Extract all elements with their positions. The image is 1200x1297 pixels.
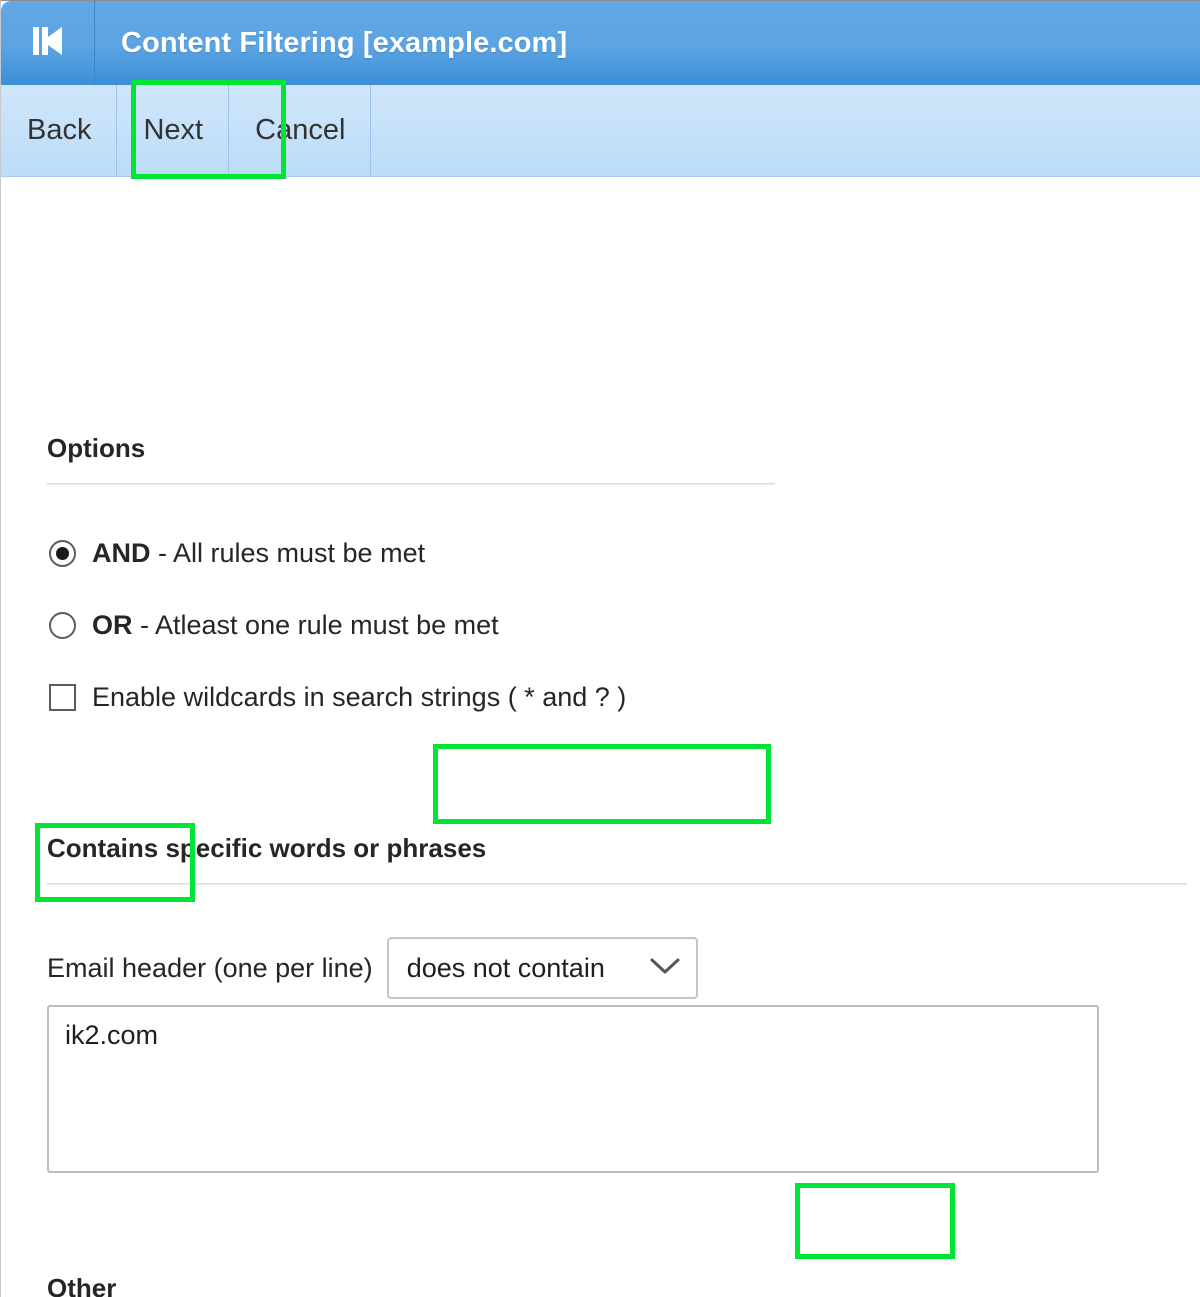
contains-section-header: Contains specific words or phrases bbox=[47, 833, 486, 864]
radio-or-label: OR - Atleast one rule must be met bbox=[92, 610, 499, 641]
email-header-textarea[interactable]: ik2.com bbox=[47, 1005, 1099, 1173]
match-mode-value: does not contain bbox=[407, 953, 648, 984]
chevron-down-icon bbox=[648, 955, 682, 982]
radio-and-label: AND - All rules must be met bbox=[92, 538, 425, 569]
title-bar: Content Filtering [example.com] bbox=[1, 1, 1200, 85]
contains-divider bbox=[47, 883, 1187, 885]
radio-or[interactable]: OR - Atleast one rule must be met bbox=[49, 605, 626, 645]
checkbox-enable-wildcards[interactable]: Enable wildcards in search strings ( * a… bbox=[49, 677, 626, 717]
toolbar: Back Next Cancel bbox=[1, 85, 1200, 177]
radio-or-rest: - Atleast one rule must be met bbox=[133, 610, 499, 640]
other-section-title: Other bbox=[47, 1273, 116, 1297]
options-list: AND - All rules must be met OR - Atleast… bbox=[49, 533, 626, 749]
window-title: Content Filtering [example.com] bbox=[95, 27, 567, 60]
content-filtering-window: Content Filtering [example.com] Back Nex… bbox=[0, 0, 1200, 1297]
radio-or-indicator bbox=[49, 612, 76, 639]
next-button[interactable]: Next bbox=[117, 85, 229, 176]
options-divider bbox=[47, 483, 775, 485]
checkbox-enable-wildcards-label: Enable wildcards in search strings ( * a… bbox=[92, 682, 626, 713]
cancel-button-label: Cancel bbox=[255, 114, 345, 147]
radio-and-indicator bbox=[49, 540, 76, 567]
toolbar-empty-area bbox=[371, 85, 1200, 176]
radio-and[interactable]: AND - All rules must be met bbox=[49, 533, 626, 573]
email-header-label: Email header (one per line) bbox=[47, 953, 373, 984]
match-mode-select[interactable]: does not contain bbox=[387, 937, 698, 999]
other-section-header: Other bbox=[47, 1273, 116, 1297]
checkbox-enable-wildcards-indicator bbox=[49, 684, 76, 711]
options-section-header: Options bbox=[47, 433, 145, 464]
options-section-title: Options bbox=[47, 433, 145, 464]
skip-back-button[interactable] bbox=[1, 1, 95, 85]
radio-and-rest: - All rules must be met bbox=[151, 538, 426, 568]
highlight-match-mode-select bbox=[433, 744, 771, 824]
highlight-sender-authenticated-select bbox=[795, 1183, 955, 1259]
contains-section-title: Contains specific words or phrases bbox=[47, 833, 486, 864]
radio-and-strong: AND bbox=[92, 538, 151, 568]
back-button-label: Back bbox=[27, 114, 91, 147]
next-button-label: Next bbox=[143, 114, 203, 147]
email-header-field-row: Email header (one per line) does not con… bbox=[47, 937, 698, 999]
back-button[interactable]: Back bbox=[1, 85, 117, 176]
radio-or-strong: OR bbox=[92, 610, 133, 640]
skip-back-icon bbox=[28, 23, 68, 64]
cancel-button[interactable]: Cancel bbox=[229, 85, 371, 176]
